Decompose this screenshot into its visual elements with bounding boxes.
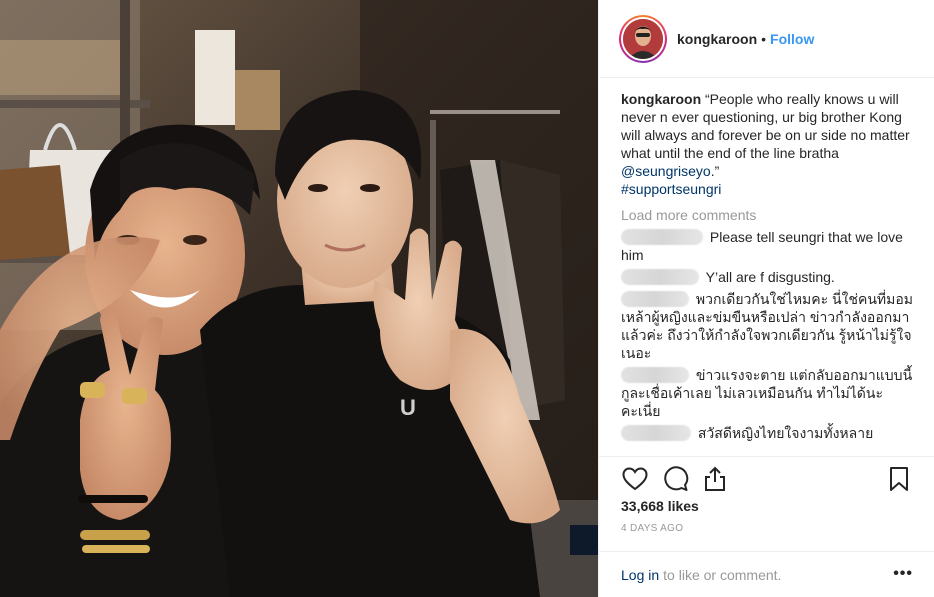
bookmark-icon[interactable]: [885, 465, 913, 493]
login-link[interactable]: Log in: [621, 567, 659, 583]
share-icon[interactable]: [701, 465, 729, 493]
comment-item: สวัสดีหญิงไทยใจงามทั้งหลาย: [621, 424, 913, 442]
comment-icon[interactable]: [661, 465, 689, 493]
action-icons: [621, 465, 913, 493]
post-actions: 33,668 likes 4 DAYS AGO Log in to like o…: [599, 456, 934, 596]
caption-text-end: .”: [710, 163, 720, 179]
comment-item: Please tell seungri that we love him: [621, 228, 913, 264]
heart-icon[interactable]: [621, 465, 649, 493]
avatar[interactable]: [619, 14, 667, 63]
more-options-icon[interactable]: •••: [893, 565, 913, 583]
post-photo-illustration: U: [0, 0, 598, 597]
post-photo[interactable]: U: [0, 0, 598, 597]
blurred-username: [621, 367, 689, 383]
login-prompt-text: to like or comment.: [663, 566, 782, 583]
blurred-username: [621, 425, 691, 441]
post-side-panel: kongkaroon • Follow kongkaroon “People w…: [598, 0, 934, 597]
load-more-comments-button[interactable]: Load more comments: [621, 206, 913, 224]
likes-count[interactable]: 33,668 likes: [621, 498, 699, 514]
comment-item: Y’all are f disgusting.: [621, 268, 913, 286]
comment-item: ข่าวแรงจะตาย แต่กลับออกมาแบบนี้ กูละเชื่…: [621, 366, 913, 420]
post-header: kongkaroon • Follow: [599, 0, 934, 78]
comment-text: Y’all are f disgusting.: [705, 269, 835, 285]
caption-hashtag[interactable]: #supportseungri: [621, 181, 721, 197]
instagram-post: U kongkaroon • Follow kongkaroon “People…: [0, 0, 934, 597]
add-comment-bar: Log in to like or comment. •••: [599, 551, 934, 597]
header-text: kongkaroon • Follow: [677, 31, 814, 47]
caption-username[interactable]: kongkaroon: [621, 91, 701, 107]
blurred-username: [621, 229, 703, 245]
blurred-username: [621, 291, 689, 307]
comment-text: สวัสดีหญิงไทยใจงามทั้งหลาย: [697, 425, 874, 441]
avatar-image: [623, 18, 663, 59]
comment-item: พวกเดียวกันใช่ไหมคะ นี่ใช่คนที่มอมเหล้าผ…: [621, 290, 913, 362]
post-timestamp[interactable]: 4 DAYS AGO: [621, 523, 683, 534]
comments-section[interactable]: kongkaroon “People who really knows u wi…: [599, 78, 934, 456]
caption-mention[interactable]: @seungriseyo: [621, 163, 711, 179]
follow-button[interactable]: Follow: [770, 31, 814, 47]
header-username[interactable]: kongkaroon: [677, 31, 757, 47]
header-separator: •: [761, 30, 767, 47]
shirt-logo: U: [400, 395, 416, 420]
blurred-username: [621, 269, 699, 285]
post-caption: kongkaroon “People who really knows u wi…: [621, 90, 913, 198]
